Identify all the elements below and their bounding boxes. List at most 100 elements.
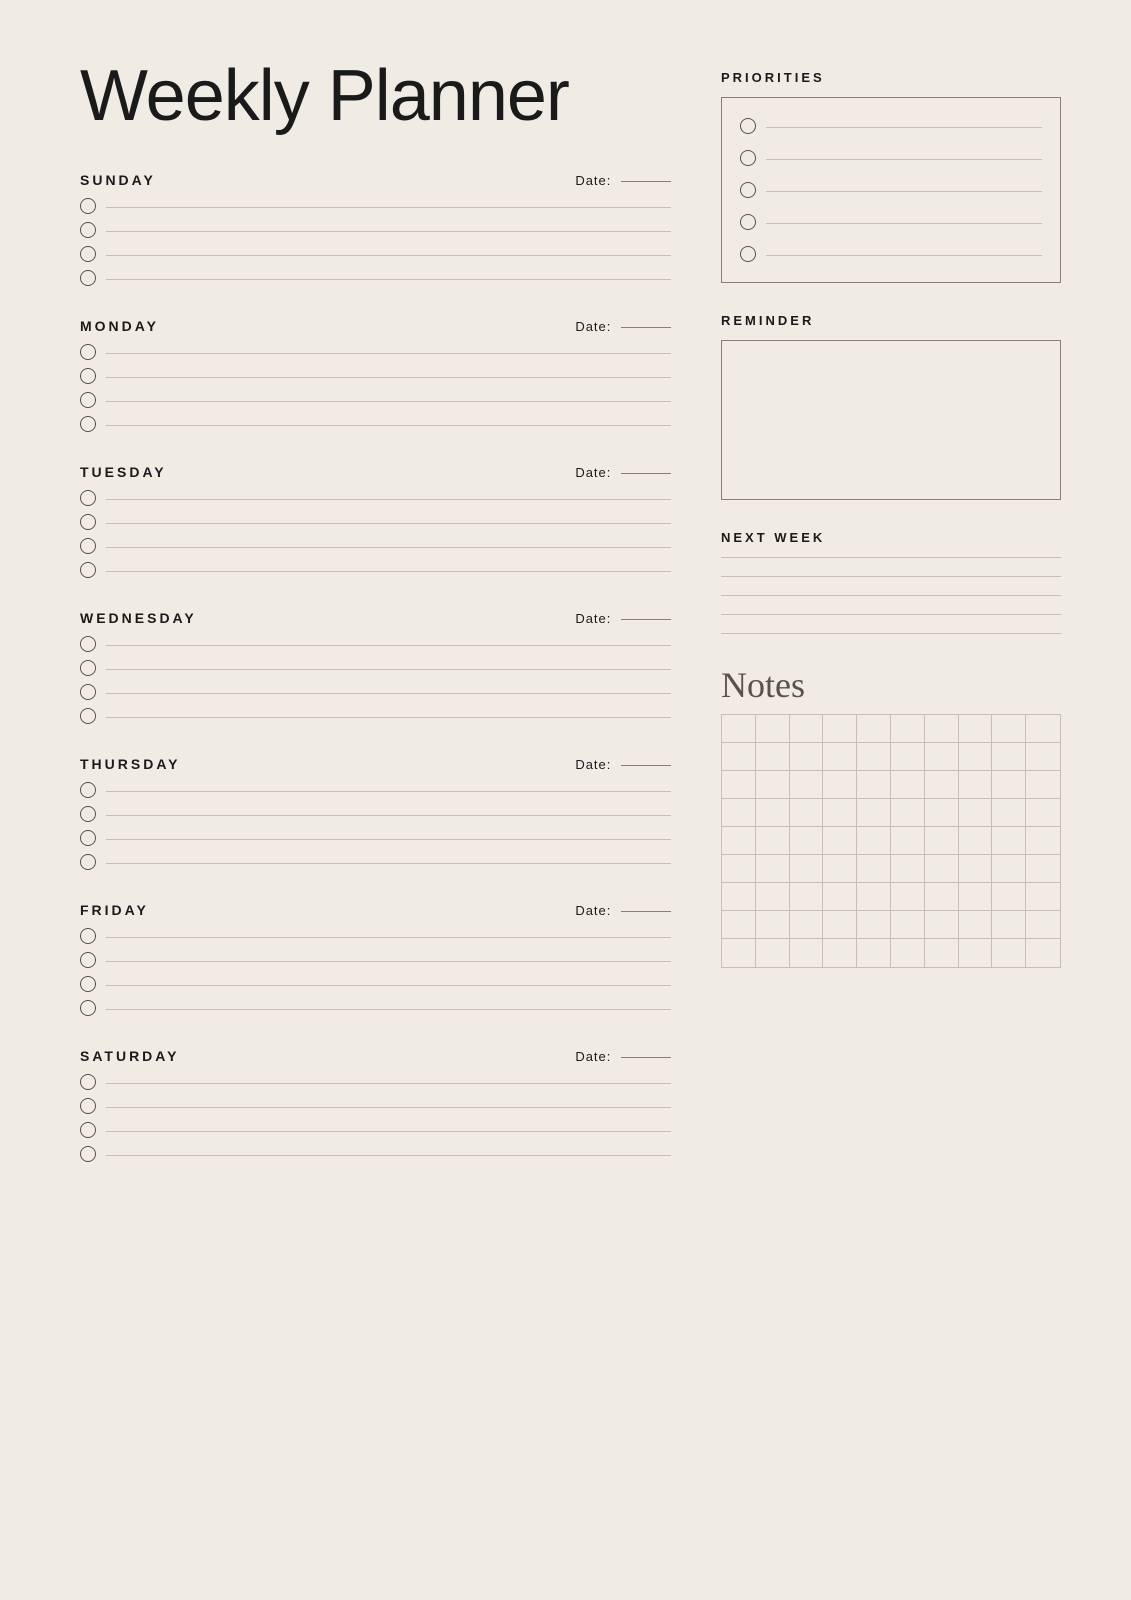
checkbox-icon[interactable] xyxy=(80,538,96,554)
grid-cell[interactable] xyxy=(959,827,993,855)
checkbox-icon[interactable] xyxy=(80,854,96,870)
task-item[interactable] xyxy=(80,1098,671,1114)
task-item[interactable] xyxy=(80,636,671,652)
checkbox-icon[interactable] xyxy=(80,392,96,408)
checkbox-icon[interactable] xyxy=(80,1146,96,1162)
task-item[interactable] xyxy=(80,660,671,676)
grid-cell[interactable] xyxy=(756,827,790,855)
grid-cell[interactable] xyxy=(1026,827,1060,855)
checkbox-icon[interactable] xyxy=(80,708,96,724)
grid-cell[interactable] xyxy=(823,799,857,827)
checkbox-icon[interactable] xyxy=(80,1098,96,1114)
grid-cell[interactable] xyxy=(925,743,959,771)
grid-cell[interactable] xyxy=(722,715,756,743)
task-item[interactable] xyxy=(80,368,671,384)
task-item[interactable] xyxy=(80,392,671,408)
task-item[interactable] xyxy=(80,344,671,360)
grid-cell[interactable] xyxy=(992,715,1026,743)
task-item[interactable] xyxy=(80,1122,671,1138)
grid-cell[interactable] xyxy=(722,799,756,827)
checkbox-icon[interactable] xyxy=(80,830,96,846)
checkbox-icon[interactable] xyxy=(80,368,96,384)
grid-cell[interactable] xyxy=(1026,743,1060,771)
grid-cell[interactable] xyxy=(756,911,790,939)
checkbox-icon[interactable] xyxy=(80,1074,96,1090)
grid-cell[interactable] xyxy=(925,771,959,799)
grid-cell[interactable] xyxy=(1026,715,1060,743)
priority-checkbox-icon[interactable] xyxy=(740,246,756,262)
priority-checkbox-icon[interactable] xyxy=(740,150,756,166)
grid-cell[interactable] xyxy=(992,883,1026,911)
checkbox-icon[interactable] xyxy=(80,416,96,432)
grid-cell[interactable] xyxy=(790,855,824,883)
grid-cell[interactable] xyxy=(1026,939,1060,967)
grid-cell[interactable] xyxy=(823,771,857,799)
task-item[interactable] xyxy=(80,928,671,944)
checkbox-icon[interactable] xyxy=(80,928,96,944)
grid-cell[interactable] xyxy=(857,827,891,855)
grid-cell[interactable] xyxy=(891,911,925,939)
checkbox-icon[interactable] xyxy=(80,246,96,262)
grid-cell[interactable] xyxy=(891,715,925,743)
grid-cell[interactable] xyxy=(722,911,756,939)
grid-cell[interactable] xyxy=(959,855,993,883)
grid-cell[interactable] xyxy=(722,939,756,967)
reminder-box[interactable] xyxy=(721,340,1061,500)
grid-cell[interactable] xyxy=(992,855,1026,883)
grid-cell[interactable] xyxy=(857,883,891,911)
task-item[interactable] xyxy=(80,684,671,700)
priority-checkbox-icon[interactable] xyxy=(740,182,756,198)
grid-cell[interactable] xyxy=(857,939,891,967)
grid-cell[interactable] xyxy=(790,771,824,799)
priority-checkbox-icon[interactable] xyxy=(740,118,756,134)
grid-cell[interactable] xyxy=(857,715,891,743)
grid-cell[interactable] xyxy=(722,771,756,799)
grid-cell[interactable] xyxy=(1026,855,1060,883)
checkbox-icon[interactable] xyxy=(80,198,96,214)
notes-grid[interactable] xyxy=(721,714,1061,968)
grid-cell[interactable] xyxy=(891,743,925,771)
grid-cell[interactable] xyxy=(857,911,891,939)
grid-cell[interactable] xyxy=(959,743,993,771)
grid-cell[interactable] xyxy=(891,771,925,799)
grid-cell[interactable] xyxy=(891,939,925,967)
checkbox-icon[interactable] xyxy=(80,636,96,652)
grid-cell[interactable] xyxy=(790,939,824,967)
grid-cell[interactable] xyxy=(959,939,993,967)
grid-cell[interactable] xyxy=(823,911,857,939)
task-item[interactable] xyxy=(80,1074,671,1090)
task-item[interactable] xyxy=(80,976,671,992)
task-item[interactable] xyxy=(80,806,671,822)
grid-cell[interactable] xyxy=(790,883,824,911)
priority-item[interactable] xyxy=(740,150,1042,166)
task-item[interactable] xyxy=(80,708,671,724)
grid-cell[interactable] xyxy=(959,771,993,799)
checkbox-icon[interactable] xyxy=(80,222,96,238)
grid-cell[interactable] xyxy=(1026,771,1060,799)
grid-cell[interactable] xyxy=(891,883,925,911)
task-item[interactable] xyxy=(80,416,671,432)
checkbox-icon[interactable] xyxy=(80,782,96,798)
grid-cell[interactable] xyxy=(959,883,993,911)
grid-cell[interactable] xyxy=(823,715,857,743)
task-item[interactable] xyxy=(80,1146,671,1162)
grid-cell[interactable] xyxy=(925,883,959,911)
grid-cell[interactable] xyxy=(959,911,993,939)
checkbox-icon[interactable] xyxy=(80,660,96,676)
grid-cell[interactable] xyxy=(891,855,925,883)
grid-cell[interactable] xyxy=(823,827,857,855)
priority-item[interactable] xyxy=(740,246,1042,262)
grid-cell[interactable] xyxy=(925,855,959,883)
grid-cell[interactable] xyxy=(823,743,857,771)
checkbox-icon[interactable] xyxy=(80,490,96,506)
checkbox-icon[interactable] xyxy=(80,270,96,286)
grid-cell[interactable] xyxy=(756,715,790,743)
grid-cell[interactable] xyxy=(959,715,993,743)
grid-cell[interactable] xyxy=(722,827,756,855)
grid-cell[interactable] xyxy=(959,799,993,827)
grid-cell[interactable] xyxy=(891,827,925,855)
grid-cell[interactable] xyxy=(992,939,1026,967)
grid-cell[interactable] xyxy=(925,939,959,967)
grid-cell[interactable] xyxy=(790,715,824,743)
task-item[interactable] xyxy=(80,854,671,870)
